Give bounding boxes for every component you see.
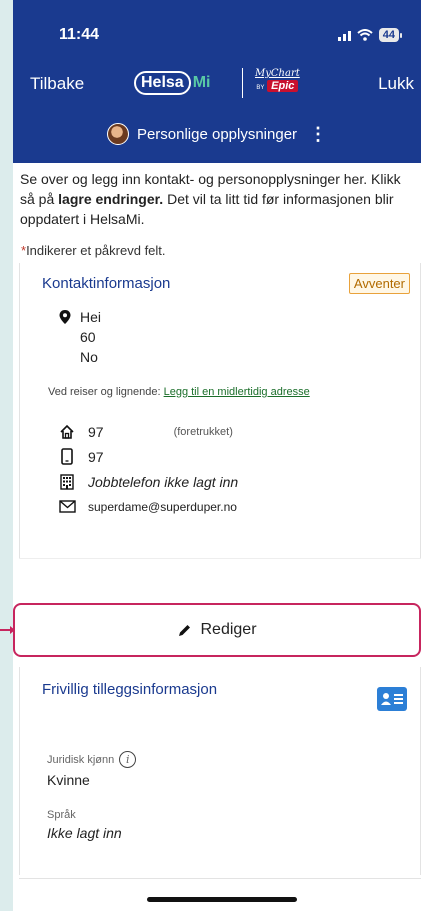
signal-icon xyxy=(337,29,351,41)
mobile-phone-row: 97 xyxy=(58,444,238,469)
edit-button[interactable]: Rediger xyxy=(13,603,421,657)
divider xyxy=(19,878,421,879)
email-value: superdame@superduper.no xyxy=(88,499,237,514)
temp-address-link[interactable]: Legg til en midlertidig adresse xyxy=(164,386,310,398)
mychart-logo: MyChart BY Epic xyxy=(255,68,300,94)
logo-by-text: BY xyxy=(256,85,265,91)
legal-gender-label: Juridisk kjønn xyxy=(47,753,115,766)
logo-mychart-text: MyChart xyxy=(255,68,300,79)
contact-card-title: Kontaktinformasjon xyxy=(42,275,171,292)
logo-helsa-text: Helsa xyxy=(134,71,191,95)
helsami-logo: Helsa Mi xyxy=(134,71,210,95)
home-phone-row: 97 (foretrukket) xyxy=(58,419,238,444)
address-block: Hei 60 No xyxy=(58,307,101,367)
extra-card-title: Frivillig tilleggsinformasjon xyxy=(42,681,218,698)
info-icon[interactable]: i xyxy=(119,751,137,768)
id-card-icon xyxy=(377,687,407,711)
battery-icon: 44 xyxy=(378,28,403,42)
status-icons: 44 xyxy=(337,28,403,42)
legal-gender-field: Juridisk kjønn i Kvinne xyxy=(47,751,137,788)
home-icon xyxy=(58,423,76,441)
status-badge: Avventer xyxy=(348,273,410,294)
pencil-icon xyxy=(179,624,191,636)
contact-card: Kontaktinformasjon Avventer Hei 60 No Ve… xyxy=(19,263,421,558)
nav-bar: Tilbake Helsa Mi MyChart BY Epic Lukk xyxy=(13,68,421,100)
logo-mi-text: Mi xyxy=(192,74,211,91)
page-title-row: Personlige opplysninger ⋮ xyxy=(13,123,421,145)
required-note-text: Indikerer et påkrevd felt. xyxy=(26,243,166,258)
temp-address-note: Ved reiser og lignende: Legg til en midl… xyxy=(48,386,310,398)
work-phone-row: Jobbtelefon ikke lagt inn xyxy=(58,469,238,494)
mobile-phone-icon xyxy=(58,448,76,466)
mail-icon xyxy=(58,498,76,516)
edit-button-label: Rediger xyxy=(200,621,257,638)
close-button[interactable]: Lukk xyxy=(378,74,414,94)
mobile-phone-value: 97 xyxy=(88,448,104,465)
home-phone-value: 97 xyxy=(88,423,104,440)
address-line: Hei xyxy=(80,309,102,325)
avatar[interactable] xyxy=(106,123,129,145)
app-header: 11:44 44 Tilbake Helsa Mi MyChart BY Epic… xyxy=(13,0,421,163)
logo-divider xyxy=(242,68,243,98)
logo-epic-text: Epic xyxy=(267,80,299,92)
intro-text-bold: lagre endringer. xyxy=(58,191,164,207)
location-pin-icon xyxy=(59,310,71,324)
page-title: Personlige opplysninger xyxy=(136,125,298,143)
language-value: Ikke lagt inn xyxy=(47,825,122,841)
more-options-icon[interactable]: ⋮ xyxy=(309,124,327,145)
status-bar: 11:44 44 xyxy=(13,26,421,50)
contact-list: 97 (foretrukket) 97 Jobbtelefon ikke lag… xyxy=(58,419,238,519)
status-time: 11:44 xyxy=(59,26,100,43)
required-note: *Indikerer et påkrevd felt. xyxy=(13,229,421,258)
legal-gender-label-row: Juridisk kjønn i xyxy=(47,751,137,768)
extra-info-card: Frivillig tilleggsinformasjon Juridisk k… xyxy=(19,667,421,875)
email-row: superdame@superduper.no xyxy=(58,494,238,519)
building-icon xyxy=(58,473,76,491)
preferred-label: (foretrukket) xyxy=(173,425,233,438)
work-phone-value: Jobbtelefon ikke lagt inn xyxy=(88,473,239,490)
address-lines: Hei 60 No xyxy=(80,307,101,367)
intro-text: Se over og legg inn kontakt- og personop… xyxy=(13,163,421,229)
language-field: Språk Ikke lagt inn xyxy=(47,809,122,841)
home-indicator[interactable] xyxy=(147,897,297,902)
address-line: No xyxy=(80,349,98,365)
back-button[interactable]: Tilbake xyxy=(30,74,84,94)
temp-address-prefix: Ved reiser og lignende: xyxy=(48,386,164,398)
address-line: 60 xyxy=(80,329,96,345)
language-label: Språk xyxy=(47,809,76,821)
legal-gender-value: Kvinne xyxy=(47,772,90,788)
wifi-icon xyxy=(357,29,373,41)
